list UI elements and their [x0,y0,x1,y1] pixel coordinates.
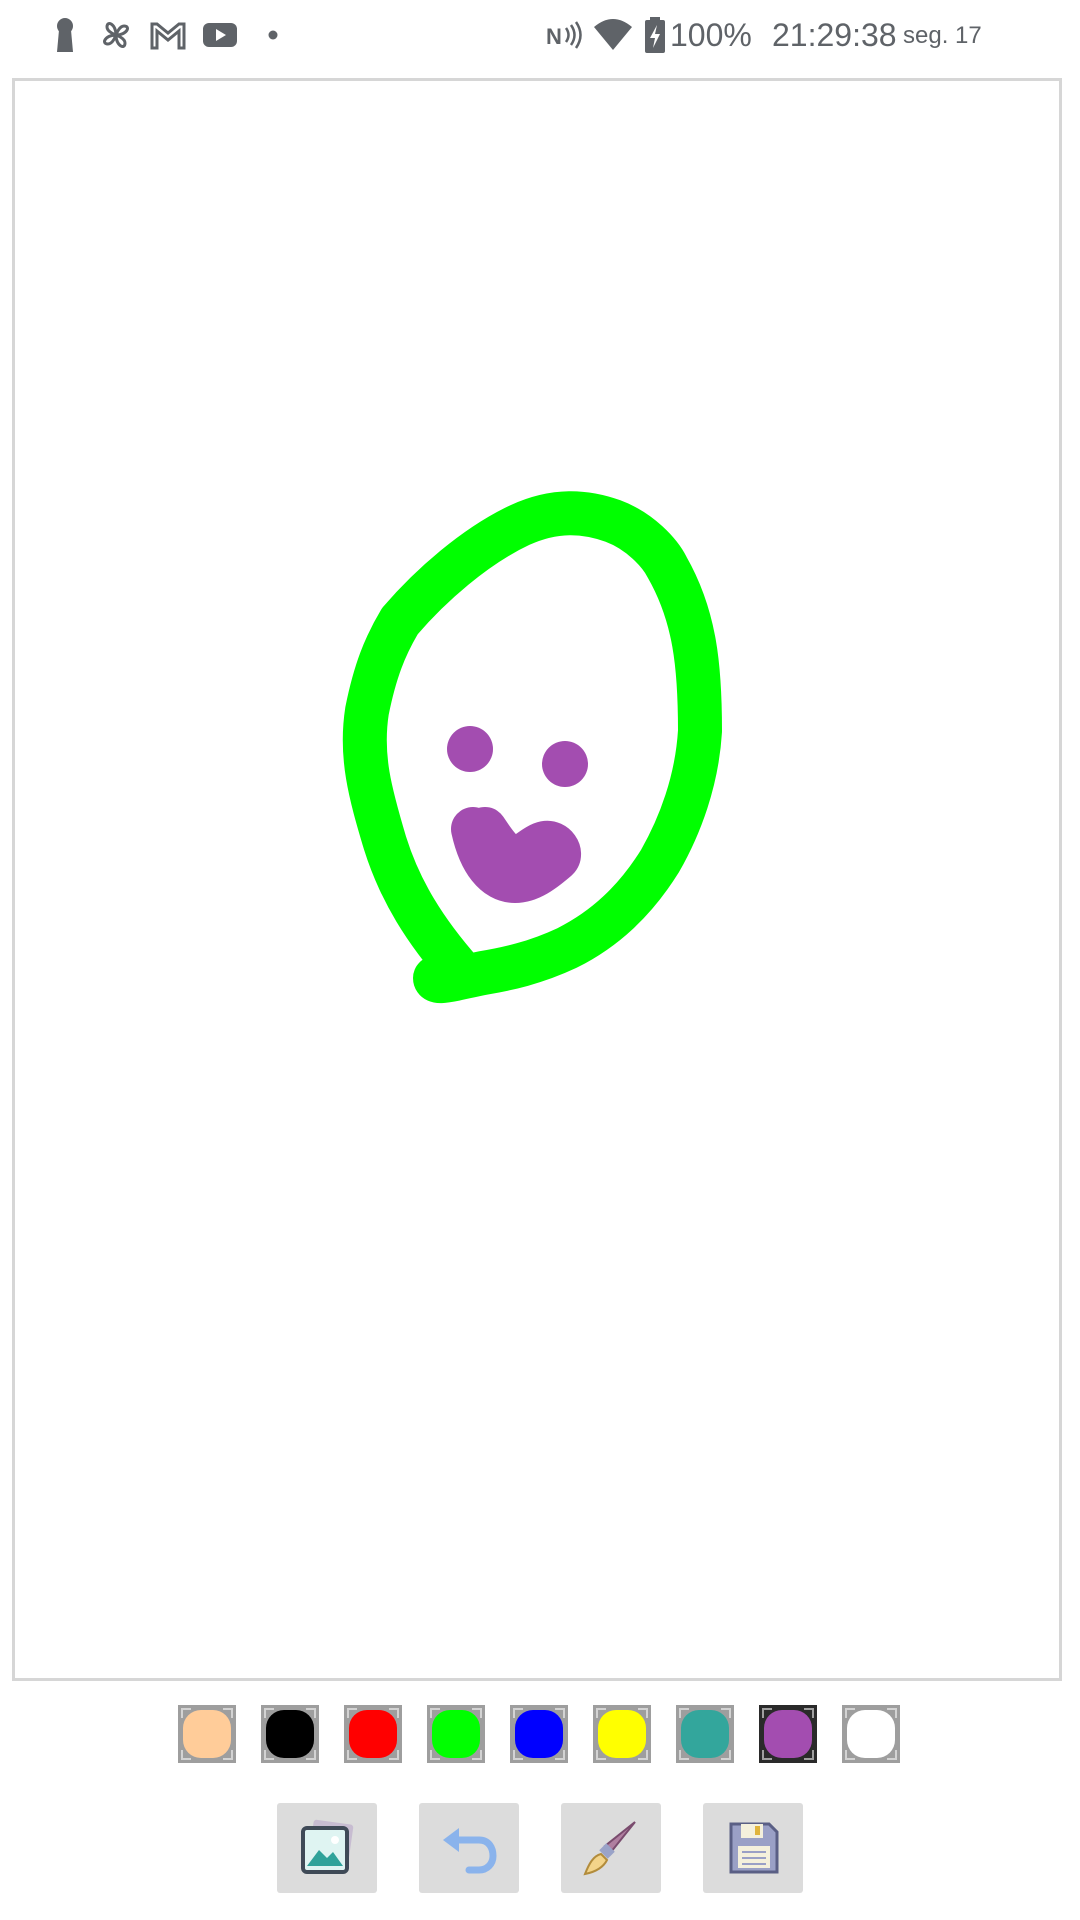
color-swatch-fill [432,1710,480,1758]
color-swatch-fill [681,1710,729,1758]
drawing-canvas[interactable] [12,78,1062,1681]
clock-time: 21:29:38 [772,17,897,53]
notification-dot-icon [268,30,278,40]
svg-text:N: N [546,24,562,49]
undo-icon [443,1828,497,1874]
green-outline-stroke [342,491,722,1004]
color-swatch-teal[interactable] [676,1705,734,1763]
gmail-icon [150,22,186,50]
color-swatch-fill [847,1710,895,1758]
color-swatch-blue[interactable] [510,1705,568,1763]
pinwheel-icon [103,22,129,48]
color-swatch-fill [349,1710,397,1758]
keyhole-icon [57,18,73,52]
wifi-icon [594,19,632,50]
nfc-icon: N [546,21,582,49]
status-bar: N 100% 21:29:38 seg. 17 [0,0,1080,70]
purple-left-eye [447,726,493,772]
color-swatch-purple[interactable] [759,1705,817,1763]
brush-button[interactable] [561,1803,661,1893]
gallery-button[interactable] [277,1803,377,1893]
color-swatch-red[interactable] [344,1705,402,1763]
color-swatch-fill [266,1710,314,1758]
bottom-toolbar [0,1803,1080,1893]
image-icon [301,1819,354,1874]
floppy-disk-icon [729,1822,779,1874]
brush-icon [583,1821,636,1876]
drawing-surface[interactable] [15,81,1059,1678]
undo-button[interactable] [419,1803,519,1893]
color-swatch-fill [515,1710,563,1758]
youtube-icon [203,23,237,47]
battery-percentage: 100% [670,17,752,53]
save-button[interactable] [703,1803,803,1893]
color-swatch-black[interactable] [261,1705,319,1763]
color-swatch-white[interactable] [842,1705,900,1763]
color-swatch-fill [764,1710,812,1758]
color-swatch-fill [598,1710,646,1758]
color-swatch-peach[interactable] [178,1705,236,1763]
color-swatch-yellow[interactable] [593,1705,651,1763]
clock-day: seg. 17 [903,22,982,49]
purple-smile-stroke [451,807,581,903]
color-palette [0,1705,1080,1767]
color-swatch-fill [183,1710,231,1758]
purple-right-eye [542,741,588,787]
color-swatch-green[interactable] [427,1705,485,1763]
